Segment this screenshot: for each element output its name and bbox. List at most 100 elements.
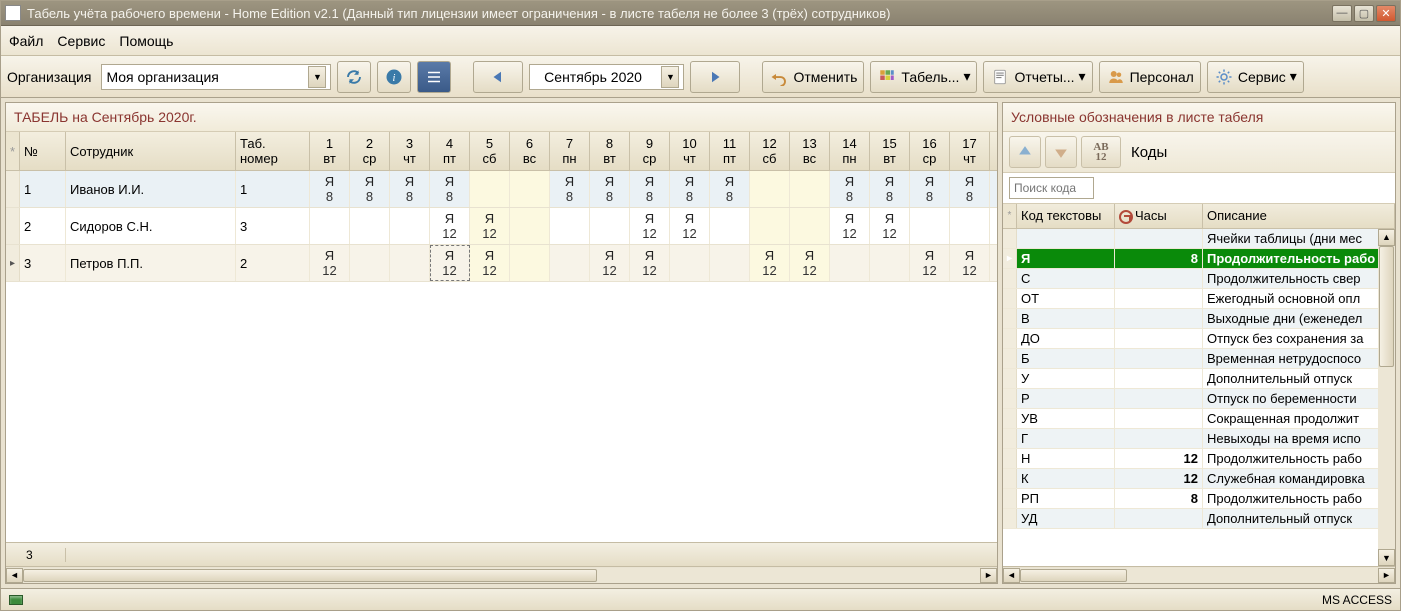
col-day-8[interactable]: 8вт xyxy=(590,132,630,170)
cell-day[interactable]: Я12 xyxy=(910,245,950,281)
scroll-left-icon[interactable]: ◄ xyxy=(6,568,23,583)
ab12-button[interactable]: AB12 xyxy=(1081,136,1121,168)
col-number[interactable]: № xyxy=(20,132,66,170)
scroll-up-icon[interactable]: ▲ xyxy=(1378,229,1395,246)
cell-day[interactable]: Я8 xyxy=(350,171,390,207)
menu-help[interactable]: Помощь xyxy=(119,33,173,49)
search-code-input[interactable] xyxy=(1009,177,1094,199)
cell-day[interactable] xyxy=(830,245,870,281)
cell-day[interactable]: Я8 xyxy=(390,171,430,207)
legend-row[interactable]: ▸Я8Продолжительность рабо xyxy=(1003,249,1395,269)
legend-row[interactable]: Ячейки таблицы (дни мес xyxy=(1003,229,1395,249)
cell-day[interactable] xyxy=(670,245,710,281)
cell-day[interactable]: Я12 xyxy=(630,245,670,281)
legend-row[interactable]: ДООтпуск без сохранения за xyxy=(1003,329,1395,349)
col-day-13[interactable]: 13вс xyxy=(790,132,830,170)
h-scrollbar[interactable]: ◄ ► xyxy=(6,566,997,583)
cell-day[interactable] xyxy=(790,208,830,244)
legend-row[interactable]: СПродолжительность свер xyxy=(1003,269,1395,289)
col-day-1[interactable]: 1вт xyxy=(310,132,350,170)
cell-day[interactable] xyxy=(510,245,550,281)
cell-day[interactable]: Я8 xyxy=(870,171,910,207)
col-day-10[interactable]: 10чт xyxy=(670,132,710,170)
scroll-down-icon[interactable]: ▼ xyxy=(1378,549,1395,566)
timesheet-row[interactable]: ▸3Петров П.П.2Я12Я12Я12Я12Я12Я12Я12Я12Я1… xyxy=(6,245,997,282)
cell-day[interactable] xyxy=(310,208,350,244)
menu-file[interactable]: Файл xyxy=(9,33,43,49)
personnel-button[interactable]: Персонал xyxy=(1099,61,1201,93)
col-tabnum[interactable]: Таб.номер xyxy=(236,132,310,170)
cell-day[interactable]: Я12 xyxy=(310,245,350,281)
reports-button[interactable]: Отчеты...▾ xyxy=(983,61,1092,93)
cell-day[interactable] xyxy=(870,245,910,281)
legend-row[interactable]: РП8Продолжительность рабо xyxy=(1003,489,1395,509)
maximize-button[interactable]: ▢ xyxy=(1354,5,1374,22)
cell-day[interactable] xyxy=(710,208,750,244)
col-day-15[interactable]: 15вт xyxy=(870,132,910,170)
legend-row[interactable]: УДополнительный отпуск xyxy=(1003,369,1395,389)
cell-day[interactable] xyxy=(950,208,990,244)
move-down-button[interactable] xyxy=(1045,136,1077,168)
legend-row[interactable]: УВСокращенная продолжит xyxy=(1003,409,1395,429)
cell-day[interactable] xyxy=(350,245,390,281)
legend-row[interactable]: ГНевыходы на время испо xyxy=(1003,429,1395,449)
cell-day[interactable] xyxy=(710,245,750,281)
cell-day[interactable]: Я8 xyxy=(430,171,470,207)
legend-row[interactable]: БВременная нетрудоспосо xyxy=(1003,349,1395,369)
legend-row[interactable]: К12Служебная командировка xyxy=(1003,469,1395,489)
legend-row[interactable]: РОтпуск по беременности xyxy=(1003,389,1395,409)
cell-day[interactable] xyxy=(390,245,430,281)
col-day-12[interactable]: 12сб xyxy=(750,132,790,170)
legend-row[interactable]: Н12Продолжительность рабо xyxy=(1003,449,1395,469)
cell-day[interactable]: Я8 xyxy=(830,171,870,207)
cell-day[interactable] xyxy=(350,208,390,244)
cell-day[interactable] xyxy=(790,171,830,207)
col-day-11[interactable]: 11пт xyxy=(710,132,750,170)
legend-col-hours[interactable]: Часы xyxy=(1115,204,1203,228)
cell-day[interactable]: Я12 xyxy=(870,208,910,244)
prev-month-button[interactable] xyxy=(473,61,523,93)
timesheet-row[interactable]: 1Иванов И.И.1Я8Я8Я8Я8Я8Я8Я8Я8Я8Я8Я8Я8Я8 xyxy=(6,171,997,208)
cell-day[interactable] xyxy=(510,171,550,207)
col-day-5[interactable]: 5сб xyxy=(470,132,510,170)
minimize-button[interactable]: — xyxy=(1332,5,1352,22)
move-up-button[interactable] xyxy=(1009,136,1041,168)
cell-day[interactable] xyxy=(550,208,590,244)
cell-day[interactable] xyxy=(750,208,790,244)
scroll-right-icon[interactable]: ► xyxy=(980,568,997,583)
cell-day[interactable]: Я12 xyxy=(750,245,790,281)
cell-day[interactable]: Я12 xyxy=(430,208,470,244)
cell-day[interactable]: Я12 xyxy=(430,245,470,281)
timesheet-row[interactable]: 2Сидоров С.Н.3Я12Я12Я12Я12Я12Я12 xyxy=(6,208,997,245)
scroll-right-icon[interactable]: ► xyxy=(1378,568,1395,583)
cell-day[interactable]: Я8 xyxy=(310,171,350,207)
col-day-17[interactable]: 17чт xyxy=(950,132,990,170)
service-button[interactable]: Сервис▾ xyxy=(1207,61,1304,93)
cell-day[interactable] xyxy=(510,208,550,244)
cell-day[interactable]: Я8 xyxy=(910,171,950,207)
cell-day[interactable]: Я12 xyxy=(790,245,830,281)
cell-day[interactable]: Я8 xyxy=(670,171,710,207)
list-button[interactable] xyxy=(417,61,451,93)
cell-day[interactable]: Я12 xyxy=(470,245,510,281)
col-day-3[interactable]: 3чт xyxy=(390,132,430,170)
col-day-2[interactable]: 2ср xyxy=(350,132,390,170)
cell-day[interactable]: Я8 xyxy=(590,171,630,207)
timesheet-button[interactable]: Табель...▾ xyxy=(870,61,977,93)
org-combo[interactable]: Моя организация ▼ xyxy=(101,64,331,90)
v-scrollbar[interactable]: ▲▼ xyxy=(1378,229,1395,566)
cell-day[interactable]: Я12 xyxy=(590,245,630,281)
legend-row[interactable]: ВВыходные дни (еженедел xyxy=(1003,309,1395,329)
col-day-4[interactable]: 4пт xyxy=(430,132,470,170)
cell-day[interactable]: Я12 xyxy=(630,208,670,244)
legend-row[interactable]: УДДополнительный отпуск xyxy=(1003,509,1395,529)
col-day-16[interactable]: 16ср xyxy=(910,132,950,170)
cell-day[interactable]: Я8 xyxy=(710,171,750,207)
cell-day[interactable] xyxy=(550,245,590,281)
legend-h-scrollbar[interactable]: ◄ ► xyxy=(1003,566,1395,583)
col-day-9[interactable]: 9ср xyxy=(630,132,670,170)
cell-day[interactable] xyxy=(590,208,630,244)
cell-day[interactable] xyxy=(910,208,950,244)
refresh-button[interactable] xyxy=(337,61,371,93)
cell-day[interactable]: Я12 xyxy=(950,245,990,281)
